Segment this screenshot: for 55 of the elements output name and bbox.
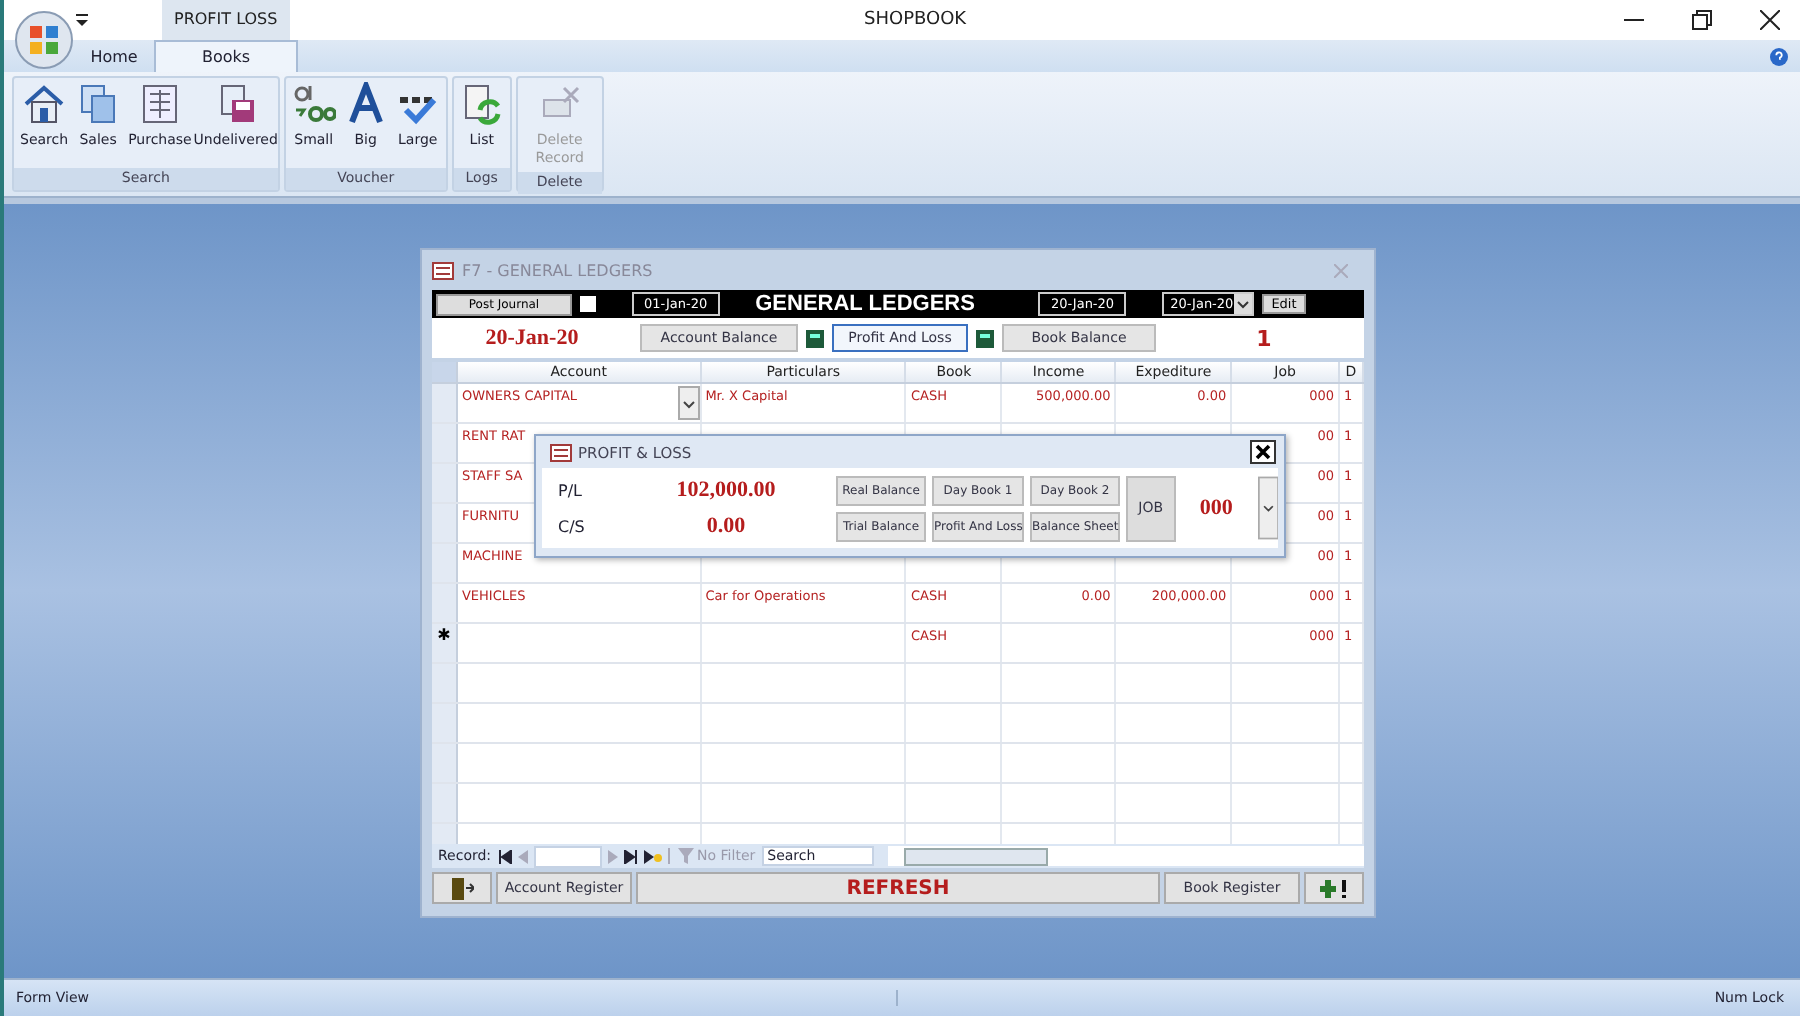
dropdown-icon[interactable] [677, 386, 700, 420]
checkbox[interactable] [580, 296, 596, 312]
new-record-marker: ✱ [432, 624, 458, 662]
record-selector[interactable] [432, 384, 458, 422]
form-icon [550, 443, 572, 461]
close-icon[interactable] [1760, 10, 1780, 30]
maximize-icon[interactable] [1692, 10, 1712, 30]
text-size-icon [291, 82, 336, 126]
calculator-icon[interactable] [806, 329, 824, 347]
add-button[interactable] [1304, 872, 1364, 904]
last-record-icon[interactable] [623, 849, 638, 863]
letter-icon [343, 82, 388, 126]
plus-icon [1320, 879, 1348, 897]
current-date: 20-Jan-20 [483, 326, 581, 350]
job-field[interactable]: 000 [1181, 496, 1252, 520]
ribbon-tab[interactable]: Books [154, 40, 298, 72]
new-record-icon[interactable] [643, 849, 662, 863]
record-selector[interactable] [432, 464, 458, 502]
refresh-list-icon [459, 82, 504, 126]
pl-value: 102,000.00 [674, 478, 778, 502]
record-selector[interactable] [432, 584, 458, 622]
form-heading: GENERAL LEDGERS [755, 292, 975, 316]
pl-label: P/L [558, 481, 584, 499]
form-icon [432, 261, 454, 279]
record-selector[interactable] [432, 704, 458, 742]
cs-label: C/S [558, 517, 587, 535]
horizontal-scrollbar[interactable] [887, 846, 1364, 866]
close-icon[interactable] [1250, 440, 1276, 464]
ribbon-tab[interactable]: Home [74, 40, 154, 72]
next-record-icon[interactable] [607, 849, 618, 863]
previous-record-icon[interactable] [517, 849, 528, 863]
help-icon[interactable] [1770, 48, 1788, 66]
quick-access-icon[interactable] [74, 12, 90, 28]
window-title: SHOPBOOK [864, 10, 967, 30]
record-selector[interactable] [432, 504, 458, 542]
cs-value: 0.00 [704, 514, 748, 538]
documents-icon [76, 82, 121, 126]
refresh-button[interactable]: REFRESH [636, 872, 1160, 904]
grid-document-icon [137, 82, 182, 126]
context-tab-label: PROFIT LOSS [162, 0, 290, 40]
record-count: 1 [1254, 325, 1274, 351]
record-selector[interactable] [432, 784, 458, 822]
record-selector[interactable] [432, 424, 458, 462]
record-selector[interactable] [432, 744, 458, 782]
door-icon [450, 877, 474, 899]
calculator-icon[interactable] [976, 329, 994, 347]
house-icon [22, 82, 67, 126]
first-record-icon[interactable] [497, 849, 512, 863]
record-selector[interactable] [432, 544, 458, 582]
exit-button[interactable] [432, 872, 492, 904]
record-selector[interactable] [432, 664, 458, 702]
filter-icon [677, 848, 694, 864]
dropdown-icon[interactable] [1233, 294, 1252, 314]
record-number-field[interactable] [533, 845, 602, 867]
form-title: F7 - GENERAL LEDGERS [462, 261, 653, 279]
